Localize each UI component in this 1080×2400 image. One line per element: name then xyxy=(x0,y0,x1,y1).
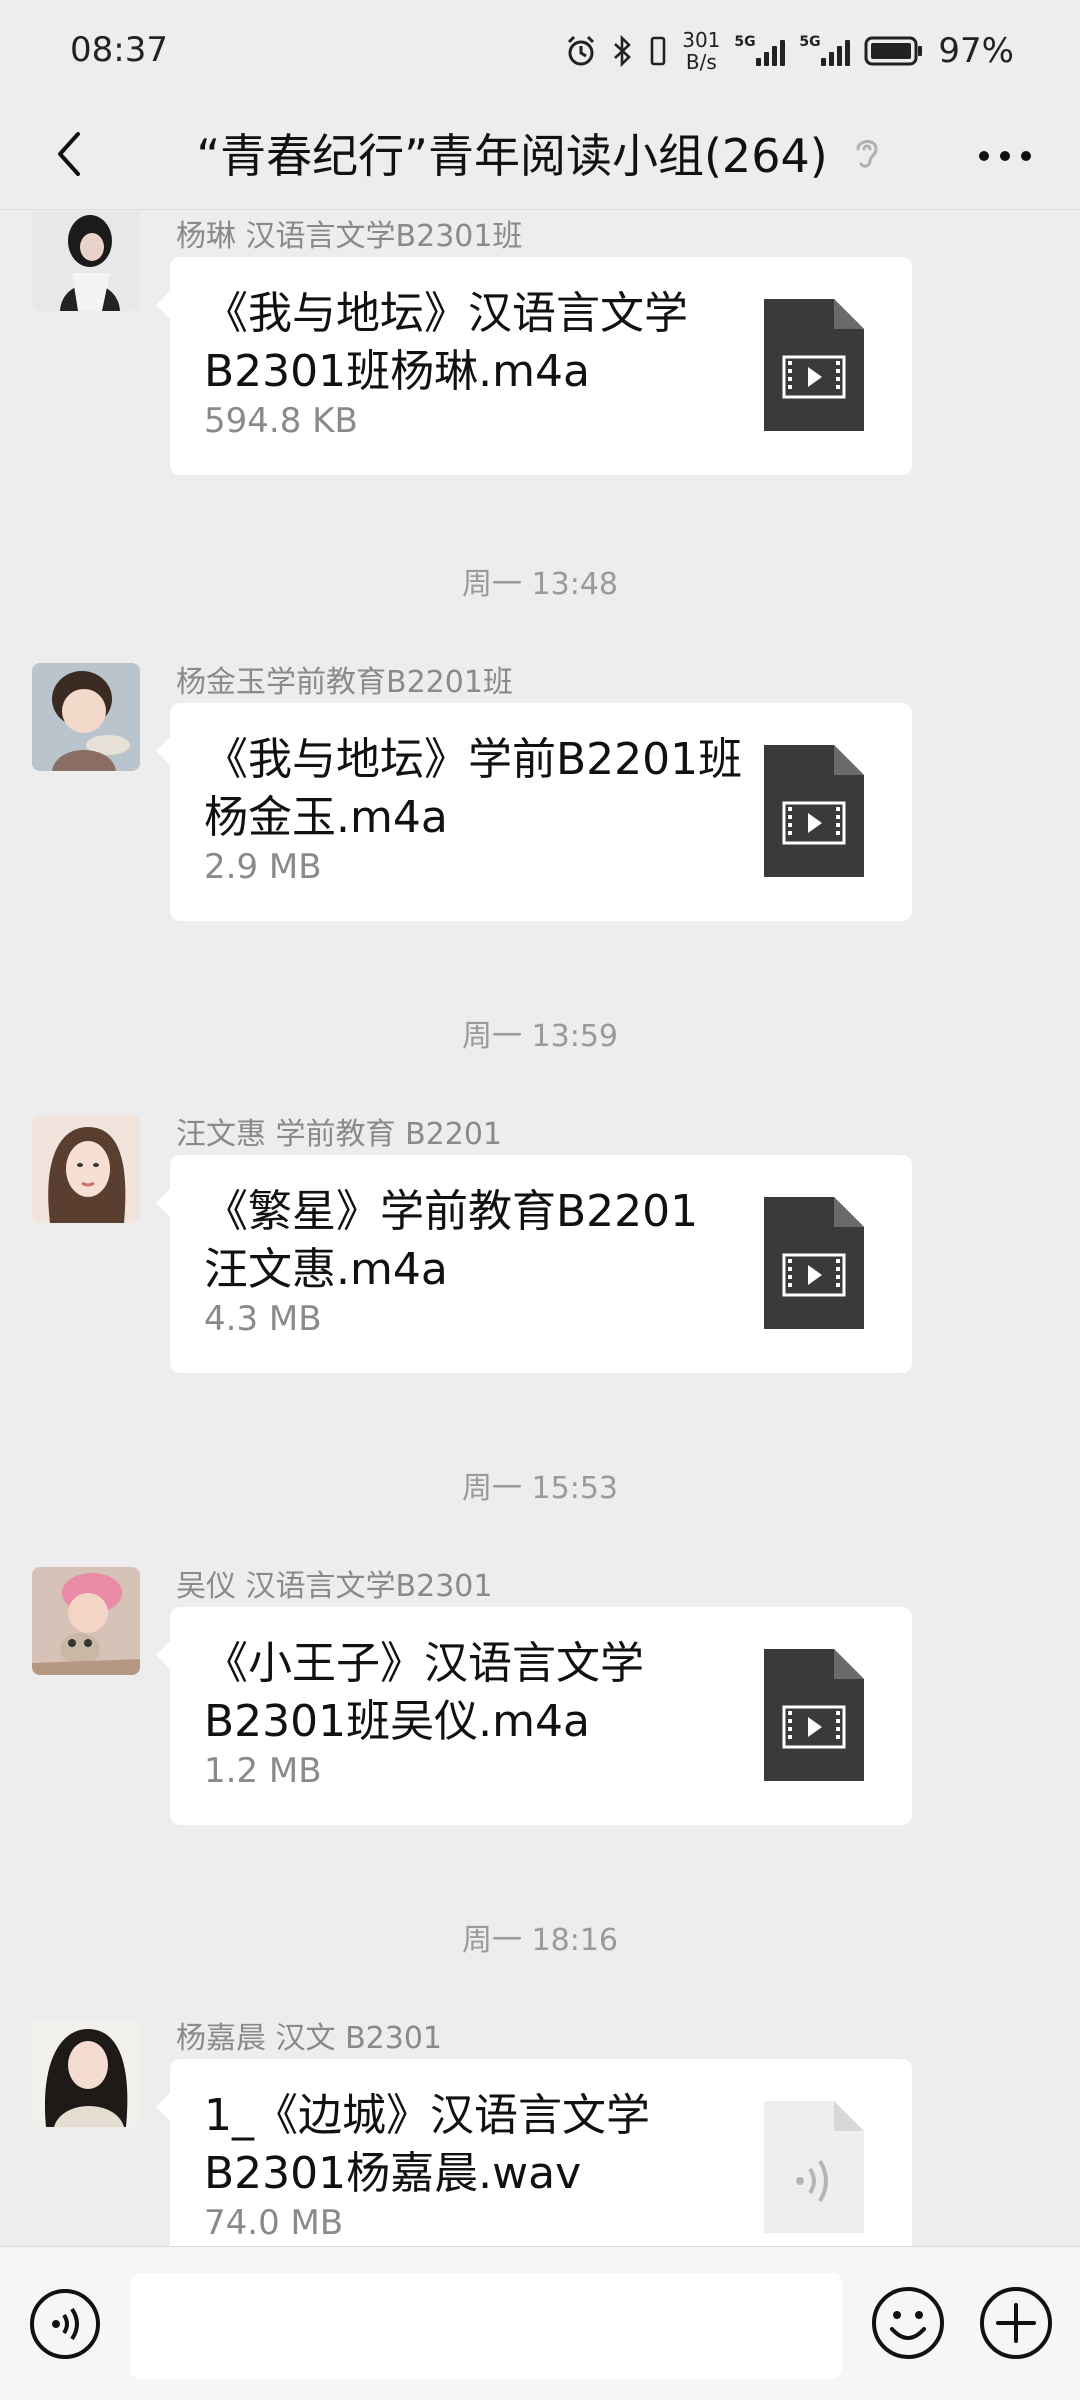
sender-name: 杨金玉学前教育B2201班 xyxy=(176,665,513,700)
emoji-icon[interactable] xyxy=(870,2285,946,2361)
signal-icon-1: 5G xyxy=(734,34,786,66)
avatar[interactable] xyxy=(32,2019,140,2127)
file-name: 1_《边城》汉语言文学 B2301杨嘉晨.wav xyxy=(204,2090,650,2199)
status-time: 08:37 xyxy=(70,30,168,70)
file-name: 《小王子》汉语言文学 B2301班吴仪.m4a xyxy=(204,1638,644,1747)
signal-icon-2: 5G xyxy=(799,34,851,66)
battery-icon xyxy=(864,36,923,66)
alarm-icon xyxy=(568,35,595,66)
plus-icon[interactable] xyxy=(978,2285,1054,2361)
sender-name: 吴仪 汉语言文学B2301 xyxy=(176,1569,493,1604)
file-size: 4.3 MB xyxy=(204,1299,322,1339)
voice-icon[interactable] xyxy=(28,2287,102,2361)
avatar[interactable] xyxy=(32,211,140,311)
video-file-icon xyxy=(764,299,864,431)
avatar[interactable] xyxy=(32,1567,140,1675)
mute-ear-icon xyxy=(856,140,878,168)
avatar[interactable] xyxy=(32,1115,140,1223)
file-size: 74.0 MB xyxy=(204,2203,344,2243)
chat-title-wrap: “青春纪行”青年阅读小组(264) xyxy=(0,120,1080,186)
file-name: 《我与地坛》学前B2201班 杨金玉.m4a xyxy=(204,734,743,843)
file-bubble[interactable]: 《我与地坛》学前B2201班 杨金玉.m4a 2.9 MB xyxy=(156,703,912,921)
sender-name: 杨嘉晨 汉文 B2301 xyxy=(176,2021,443,2056)
file-size: 594.8 KB xyxy=(204,401,358,441)
time-separator: 周一 18:16 xyxy=(462,1923,618,1958)
input-bar xyxy=(0,2246,1080,2400)
time-separator: 周一 13:48 xyxy=(462,567,618,602)
file-name: 《繁星》学前教育B2201 汪文惠.m4a xyxy=(204,1186,699,1295)
battery-percent: 97% xyxy=(938,31,1014,71)
file-size: 2.9 MB xyxy=(204,847,322,887)
message-input[interactable] xyxy=(130,2273,842,2379)
sender-name: 汪文惠 学前教育 B2201 xyxy=(176,1117,503,1152)
sender-name: 杨琳 汉语言文学B2301班 xyxy=(176,219,523,254)
audio-file-icon xyxy=(764,2101,864,2233)
vibrate-icon xyxy=(650,36,666,66)
video-file-icon xyxy=(764,1649,864,1781)
video-file-icon xyxy=(764,745,864,877)
status-icons: 301 B/s 5G 5G 97% xyxy=(564,26,1014,76)
chat-title[interactable]: “青春纪行”青年阅读小组(264) xyxy=(196,120,827,186)
file-name: 《我与地坛》汉语言文学 B2301班杨琳.m4a xyxy=(204,288,688,397)
time-separator: 周一 13:59 xyxy=(462,1019,618,1054)
network-speed: 301 B/s xyxy=(682,28,721,74)
more-icon[interactable] xyxy=(970,126,1040,186)
status-bar: 08:37 301 B/s 5G 5G 97% xyxy=(0,0,1080,100)
file-bubble[interactable]: 《我与地坛》汉语言文学 B2301班杨琳.m4a 594.8 KB xyxy=(156,257,912,475)
bluetooth-icon xyxy=(614,34,632,68)
chat-list[interactable]: 杨琳 汉语言文学B2301班 《我与地坛》汉语言文学 B2301班杨琳.m4a … xyxy=(0,211,1080,2246)
file-bubble[interactable]: 1_《边城》汉语言文学 B2301杨嘉晨.wav 74.0 MB xyxy=(156,2059,912,2246)
file-size: 1.2 MB xyxy=(204,1751,322,1791)
time-separator: 周一 15:53 xyxy=(462,1471,618,1506)
file-bubble[interactable]: 《繁星》学前教育B2201 汪文惠.m4a 4.3 MB xyxy=(156,1155,912,1373)
video-file-icon xyxy=(764,1197,864,1329)
chat-header: “青春纪行”青年阅读小组(264) xyxy=(0,100,1080,210)
file-bubble[interactable]: 《小王子》汉语言文学 B2301班吴仪.m4a 1.2 MB xyxy=(156,1607,912,1825)
avatar[interactable] xyxy=(32,663,140,771)
